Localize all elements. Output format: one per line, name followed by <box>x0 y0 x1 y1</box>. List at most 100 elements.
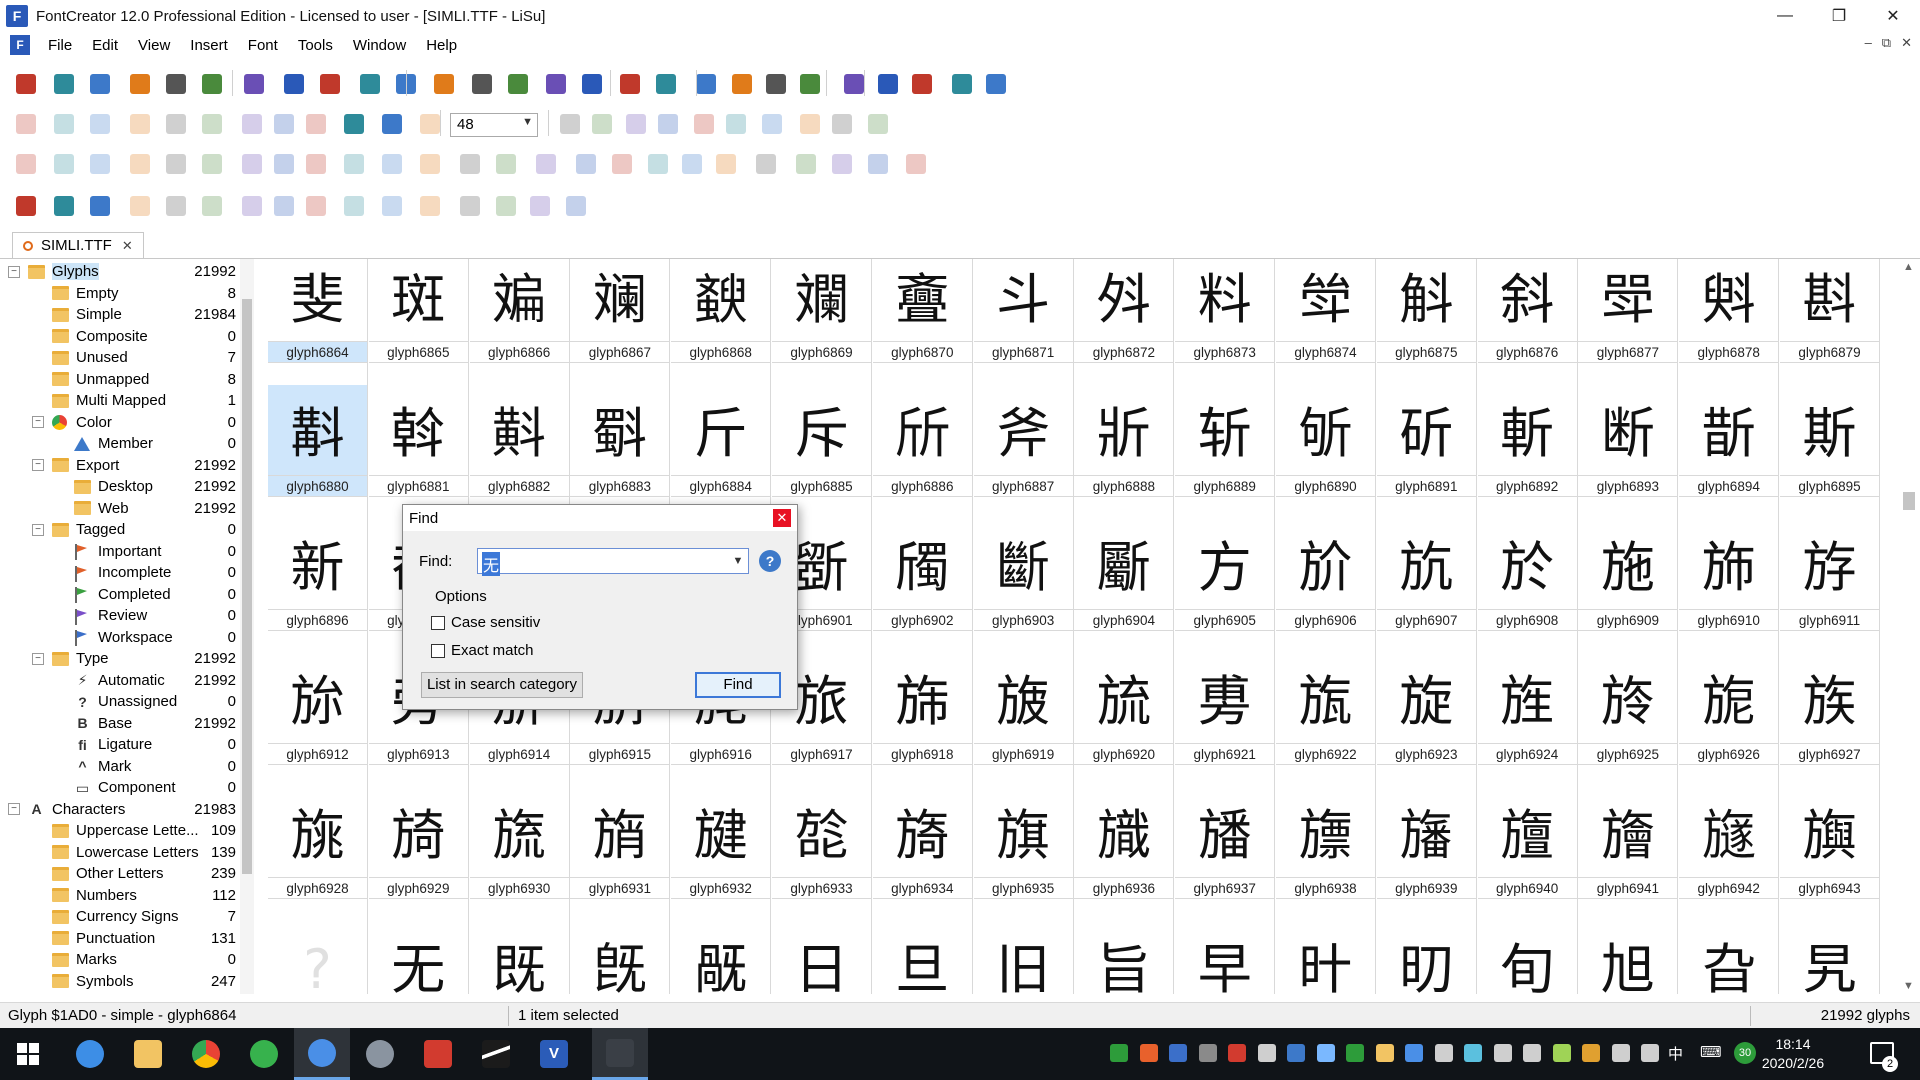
glyph-cell[interactable]: 旇 glyph6919 <box>973 653 1074 787</box>
tree-item-marks[interactable]: Marks 0 <box>0 949 236 971</box>
tb2-button-20[interactable] <box>794 108 824 138</box>
glyph-cell[interactable]: 断 glyph6893 <box>1578 385 1679 519</box>
tray-icon[interactable] <box>1434 1044 1453 1062</box>
glyph-cell[interactable]: 旝 glyph6941 <box>1578 787 1679 921</box>
tb2-button-14[interactable] <box>586 108 616 138</box>
tb4-button-4[interactable] <box>124 190 154 220</box>
find-input[interactable]: 无 ▼ <box>477 548 749 576</box>
tree-item-ligature[interactable]: fi Ligature 0 <box>0 734 236 756</box>
glyph-cell[interactable]: 旆 glyph6918 <box>872 653 973 787</box>
taskbar-app-visio[interactable]: V <box>526 1028 582 1080</box>
tree-item-composite[interactable]: Composite 0 <box>0 326 236 348</box>
tray-icon[interactable] <box>1139 1044 1158 1062</box>
tb3-button-15[interactable] <box>530 148 560 178</box>
taskbar-app-fontcreator[interactable] <box>592 1028 648 1080</box>
tb3-button-25[interactable] <box>900 148 930 178</box>
glyph-cell[interactable]: 旣 <box>570 921 671 994</box>
glyph-cell[interactable]: 旫 <box>1377 921 1477 994</box>
tb2-button-15[interactable] <box>620 108 650 138</box>
mdi-minimize-button[interactable]: – <box>1865 35 1872 51</box>
menu-help[interactable]: Help <box>416 37 467 54</box>
menu-edit[interactable]: Edit <box>82 37 128 54</box>
document-menu-icon[interactable]: F <box>10 35 30 55</box>
glyph-cell[interactable]: 斾 glyph6910 <box>1679 519 1780 653</box>
tree-item-important[interactable]: Important 0 <box>0 541 236 563</box>
grid-scrollbar[interactable]: ▲ ▼ <box>1898 259 1920 994</box>
tb3-button-20[interactable] <box>710 148 740 178</box>
clock[interactable]: 18:14 2020/2/26 <box>1748 1035 1838 1073</box>
tb2-button-7[interactable] <box>236 108 266 138</box>
glyph-cell[interactable]: 旛 glyph6939 <box>1376 787 1477 921</box>
tb4-button-13[interactable] <box>454 190 484 220</box>
glyph-cell[interactable]: 斥 glyph6885 <box>772 385 872 519</box>
tree-item-workspace[interactable]: Workspace 0 <box>0 627 236 649</box>
tb2-button-16[interactable] <box>652 108 682 138</box>
tray-icon[interactable] <box>1169 1044 1187 1062</box>
close-window-button[interactable]: ✕ <box>1866 0 1920 32</box>
tb3-button-23[interactable] <box>826 148 856 178</box>
collapse-icon[interactable]: − <box>32 459 44 472</box>
tray-icon[interactable] <box>1198 1044 1217 1062</box>
tree-item-mark[interactable]: ^ Mark 0 <box>0 756 236 778</box>
tb2-button-19[interactable] <box>756 108 786 138</box>
collapse-icon[interactable]: − <box>32 523 44 536</box>
taskbar-app-tool[interactable] <box>352 1028 408 1080</box>
glyph-cell[interactable]: 斞 glyph6878 <box>1679 259 1780 385</box>
glyph-cell[interactable]: 斤 glyph6884 <box>671 385 772 519</box>
glyph-cell[interactable]: 旌 glyph6924 <box>1477 653 1578 787</box>
glyph-cell[interactable]: 斮 glyph6894 <box>1679 385 1780 519</box>
tb1-button-27[interactable] <box>980 68 1010 98</box>
glyph-cell[interactable]: 既 <box>470 921 570 994</box>
tree-item-completed[interactable]: Completed 0 <box>0 584 236 606</box>
glyph-cell[interactable]: 斻 glyph6907 <box>1376 519 1477 653</box>
tb1-button-16[interactable] <box>576 68 606 98</box>
tray-icon[interactable] <box>1228 1044 1246 1062</box>
tb3-button-9[interactable] <box>300 148 330 178</box>
glyph-cell[interactable]: 斷 glyph6903 <box>973 519 1074 653</box>
tray-icon[interactable] <box>1405 1044 1423 1062</box>
scroll-down-icon[interactable]: ▼ <box>1903 980 1914 992</box>
tb2-button-10[interactable] <box>338 108 368 138</box>
tb2-button-6[interactable] <box>196 108 226 138</box>
tb4-button-16[interactable] <box>560 190 590 220</box>
tray-icon[interactable] <box>1523 1044 1541 1062</box>
case-sensitive-checkbox[interactable]: Case sensitiv <box>431 614 551 631</box>
tb4-button-3[interactable] <box>84 190 114 220</box>
taskbar-app-browser[interactable] <box>62 1028 118 1080</box>
app-icon[interactable]: F <box>6 5 28 27</box>
tb3-button-4[interactable] <box>124 148 154 178</box>
tb1-button-12[interactable] <box>428 68 458 98</box>
tb1-button-6[interactable] <box>196 68 226 98</box>
glyph-cell[interactable]: 旜 glyph6940 <box>1477 787 1578 921</box>
tb3-button-3[interactable] <box>84 148 114 178</box>
tb4-button-9[interactable] <box>300 190 330 220</box>
tray-icon[interactable] <box>1493 1044 1512 1062</box>
tb4-button-15[interactable] <box>524 190 554 220</box>
tb2-button-4[interactable] <box>124 108 154 138</box>
tb3-button-19[interactable] <box>676 148 706 178</box>
tb3-button-14[interactable] <box>490 148 520 178</box>
tb1-button-26[interactable] <box>946 68 976 98</box>
tb3-button-24[interactable] <box>862 148 892 178</box>
glyph-cell[interactable]: 斸 glyph6904 <box>1074 519 1175 653</box>
tree-item-glyphs[interactable]: − Glyphs 21992 <box>0 261 236 283</box>
tree-item-incomplete[interactable]: Incomplete 0 <box>0 562 236 584</box>
taskbar-app-chrome[interactable] <box>178 1028 234 1080</box>
tree-item-uppercase-lette[interactable]: Uppercase Lette... 109 <box>0 820 236 842</box>
menu-window[interactable]: Window <box>343 37 416 54</box>
tb2-button-3[interactable] <box>84 108 114 138</box>
collapse-icon[interactable]: − <box>8 803 20 816</box>
glyph-cell[interactable]: 旑 glyph6929 <box>368 787 469 921</box>
tb3-button-22[interactable] <box>790 148 820 178</box>
glyph-cell[interactable]: 斡 glyph6881 <box>368 385 469 519</box>
glyph-cell[interactable]: 旞 glyph6942 <box>1679 787 1780 921</box>
tb4-button-10[interactable] <box>338 190 368 220</box>
tb3-button-7[interactable] <box>236 148 266 178</box>
tray-icon[interactable] <box>1346 1044 1364 1062</box>
keyboard-icon[interactable]: ⌨ <box>1700 1043 1722 1061</box>
glyph-cell[interactable]: 新 glyph6896 <box>268 519 368 653</box>
tb2-button-18[interactable] <box>720 108 750 138</box>
glyph-cell[interactable]: 斒 glyph6866 <box>469 259 570 385</box>
tray-icon[interactable] <box>1552 1044 1571 1062</box>
tb1-button-20[interactable] <box>726 68 756 98</box>
